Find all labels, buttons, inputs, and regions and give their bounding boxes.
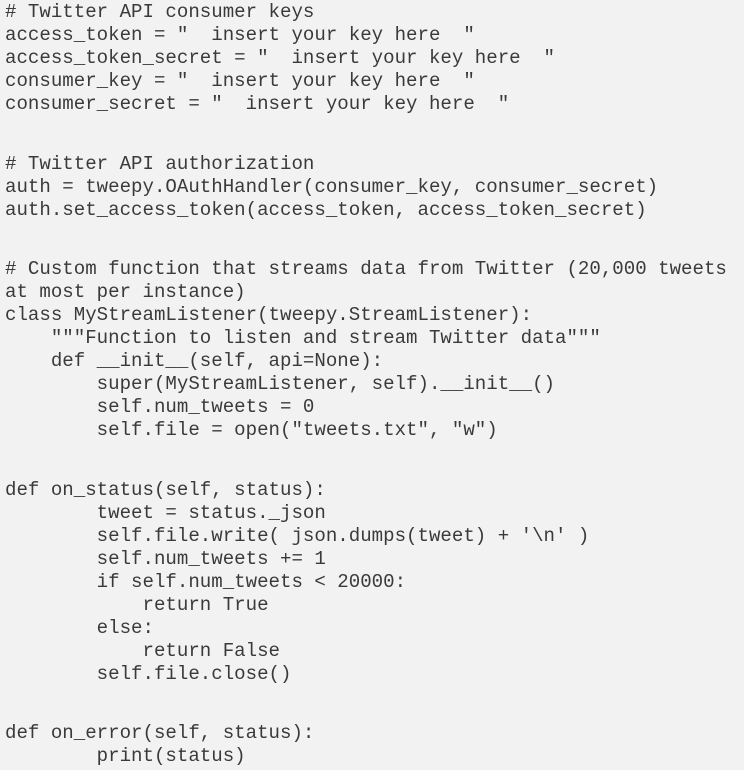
- code-line: consumer_secret = " insert your key here…: [5, 93, 510, 115]
- code-line: class MyStreamListener(tweepy.StreamList…: [5, 304, 533, 326]
- code-line: self.num_tweets += 1: [5, 548, 326, 570]
- code-line: self.num_tweets = 0: [5, 396, 315, 418]
- code-line: auth = tweepy.OAuthHandler(consumer_key,…: [5, 176, 659, 198]
- code-line: if self.num_tweets < 20000:: [5, 571, 407, 593]
- code-line: return True: [5, 594, 269, 616]
- code-line: self.file.write( json.dumps(tweet) + '\n…: [5, 525, 590, 547]
- code-snippet: # Twitter API consumer keys access_token…: [0, 0, 744, 770]
- comment-line: # Twitter API authorization: [5, 153, 315, 175]
- code-line: super(MyStreamListener, self).__init__(): [5, 373, 555, 395]
- code-line: access_token_secret = " insert your key …: [5, 47, 555, 69]
- code-line: """Function to listen and stream Twitter…: [5, 327, 601, 349]
- code-line: self.file = open("tweets.txt", "w"): [5, 419, 498, 441]
- code-line: consumer_key = " insert your key here ": [5, 70, 475, 92]
- code-line: access_token = " insert your key here ": [5, 24, 475, 46]
- code-line: def on_error(self, status):: [5, 722, 315, 744]
- code-line: print(status): [5, 745, 246, 767]
- comment-line: # Twitter API consumer keys: [5, 1, 315, 23]
- code-line: return False: [5, 640, 280, 662]
- comment-line: # Custom function that streams data from…: [5, 258, 727, 280]
- code-line: def on_status(self, status):: [5, 479, 326, 501]
- code-line: else:: [5, 617, 154, 639]
- code-line: auth.set_access_token(access_token, acce…: [5, 199, 647, 221]
- code-line: tweet = status._json: [5, 502, 326, 524]
- comment-line: at most per instance): [5, 281, 246, 303]
- code-line: def __init__(self, api=None):: [5, 350, 384, 372]
- code-line: self.file.close(): [5, 663, 292, 685]
